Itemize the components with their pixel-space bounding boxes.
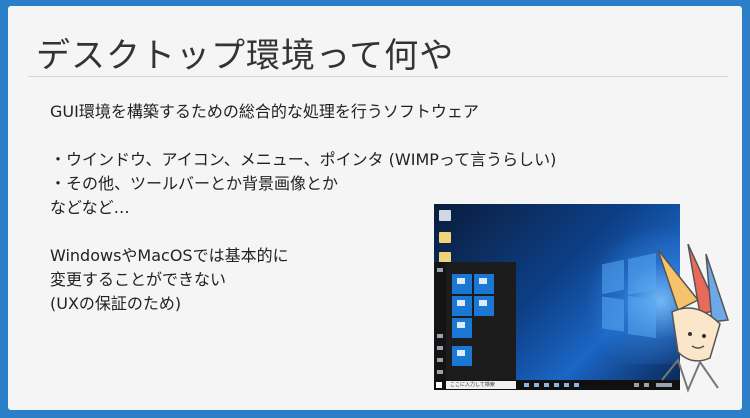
wallpaper-window-pane — [602, 259, 624, 295]
app-icon[interactable] — [574, 383, 579, 387]
title-divider — [28, 76, 728, 77]
wallpaper-window-pane — [602, 296, 624, 332]
start-tile[interactable] — [474, 274, 494, 294]
app-icon — [457, 350, 465, 356]
app-icon — [457, 278, 465, 284]
app-icon — [479, 278, 487, 284]
store-icon[interactable] — [554, 383, 559, 387]
document-icon[interactable] — [437, 346, 443, 350]
windows-desktop-screenshot: ここに入力して検索 — [434, 204, 680, 390]
start-menu — [434, 262, 516, 380]
body-line: ・ウインドウ、アイコン、メニュー、ポインタ (WIMPって言うらしい) — [50, 150, 557, 169]
character-illustration-icon — [657, 243, 730, 393]
start-tile[interactable] — [474, 296, 494, 316]
folder-icon[interactable] — [439, 232, 451, 243]
task-view-icon[interactable] — [524, 383, 529, 387]
taskbar-search-box[interactable]: ここに入力して検索 — [446, 381, 516, 389]
body-line: ・その他、ツールバーとか背景画像とか — [50, 174, 339, 193]
edge-icon[interactable] — [534, 383, 539, 387]
power-icon[interactable] — [437, 370, 443, 374]
network-icon[interactable] — [634, 383, 639, 387]
slide-title: デスクトップ環境って何や — [36, 36, 455, 76]
start-tile[interactable] — [452, 274, 472, 294]
mail-icon[interactable] — [564, 383, 569, 387]
recycle-bin-icon[interactable] — [439, 210, 451, 221]
folder-icon[interactable] — [544, 383, 549, 387]
menu-icon[interactable] — [437, 268, 443, 272]
user-icon[interactable] — [437, 334, 443, 338]
taskbar: ここに入力して検索 — [434, 380, 680, 390]
start-rail — [434, 262, 446, 380]
start-tile[interactable] — [452, 346, 472, 366]
gear-icon — [457, 300, 465, 306]
start-tile[interactable] — [452, 296, 472, 316]
app-icon — [479, 300, 487, 306]
body-line-blank — [50, 124, 556, 148]
windows-start-icon[interactable] — [436, 382, 442, 388]
settings-icon[interactable] — [437, 358, 443, 362]
app-icon — [457, 322, 465, 328]
body-line: GUI環境を構築するための総合的な処理を行うソフトウェア — [50, 102, 479, 121]
taskbar-search-placeholder: ここに入力して検索 — [450, 382, 495, 388]
start-tile[interactable] — [452, 318, 472, 338]
